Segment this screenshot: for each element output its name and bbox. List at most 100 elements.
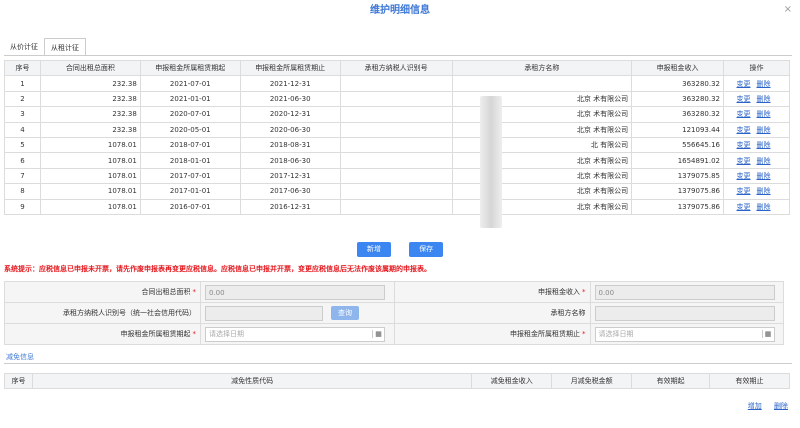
lessee-name-label: 承租方名称 — [393, 302, 591, 324]
delete-link[interactable]: 删除 — [757, 203, 771, 211]
close-icon[interactable]: × — [784, 4, 792, 15]
cell-start: 2018-07-01 — [139, 136, 241, 154]
tab-divider — [4, 55, 792, 56]
cell-actions: 变更 删除 — [723, 75, 790, 92]
relief-delete-link[interactable]: 删除 — [774, 402, 788, 410]
delete-link[interactable]: 删除 — [757, 126, 771, 134]
cell-end: 2016-12-31 — [239, 198, 341, 215]
cell-taxid — [339, 121, 453, 138]
cell-lessee: 北京 术有限公司 — [451, 106, 633, 123]
income-label: 申报租金收入 * — [393, 281, 591, 303]
edit-link[interactable]: 变更 — [737, 126, 751, 134]
edit-link[interactable]: 变更 — [737, 172, 751, 180]
relief-col-code: 减免性质代码 — [31, 373, 473, 389]
cell-lessee: 北京 术有限公司 — [451, 152, 633, 169]
table-row: 4 232.38 2020-05-01 2020-06-30 北京 术有限公司 12109… — [4, 121, 790, 138]
col-header-actions: 操作 — [723, 59, 790, 77]
end-date-label: 申报租金所属租赁期止 * — [393, 323, 591, 345]
start-date-picker[interactable]: 请选择日期 ▦ — [205, 326, 385, 342]
delete-link[interactable]: 删除 — [757, 110, 771, 118]
cell-income: 363280.32 — [631, 90, 724, 108]
tab-rent-based[interactable]: 从租计征 — [44, 38, 86, 56]
cell-start: 2018-01-01 — [139, 152, 241, 169]
calendar-icon[interactable]: ▦ — [372, 330, 384, 338]
cell-lessee: 北京 术有限公司 — [451, 90, 633, 108]
cell-income: 1654891.02 — [631, 152, 724, 169]
relief-actions: 增加 删除 — [738, 401, 788, 411]
cell-start: 2021-01-01 — [139, 90, 241, 108]
save-button[interactable]: 保存 — [409, 242, 444, 257]
col-header-taxid: 承租方纳税人识别号 — [339, 59, 453, 77]
add-button[interactable]: 新增 — [356, 242, 391, 257]
cell-area: 232.38 — [39, 106, 141, 123]
tab-ad-valorem[interactable]: 从价计征 — [4, 38, 44, 56]
cell-area: 1078.01 — [39, 198, 141, 215]
detail-table: 序号 合同出租总面积 申报租金所属租赁期起 申报租金所属租赁期止 承租方纳税人识… — [4, 59, 790, 215]
cell-income: 363280.32 — [631, 106, 724, 123]
dialog-title: 维护明细信息 — [370, 5, 430, 16]
maintain-detail-dialog: 维护明细信息 × 从价计征 从租计征 序号 合同出租总面积 申报租金所属租赁期起… — [0, 0, 800, 428]
cell-index: 8 — [4, 183, 41, 200]
delete-link[interactable]: 删除 — [757, 80, 771, 88]
edit-link[interactable]: 变更 — [737, 80, 751, 88]
cell-income: 556645.16 — [631, 136, 724, 154]
end-date-picker[interactable]: 请选择日期 ▦ — [594, 326, 775, 342]
cell-actions: 变更 删除 — [723, 90, 790, 108]
action-bar: 新增 保存 — [0, 242, 800, 257]
cell-start: 2020-07-01 — [139, 106, 241, 123]
relief-header-row: 序号 减免性质代码 减免租金收入 月减免税金额 有效期起 有效期止 — [4, 373, 790, 389]
cell-income: 1379075.85 — [631, 167, 724, 185]
relief-col-end: 有效期止 — [709, 373, 790, 389]
tab-relief-info[interactable]: 减免信息 — [6, 350, 34, 364]
taxid-input[interactable] — [205, 305, 323, 321]
area-input[interactable]: 0.00 — [205, 284, 385, 300]
delete-link[interactable]: 删除 — [757, 172, 771, 180]
cell-actions: 变更 删除 — [723, 152, 790, 169]
edit-link[interactable]: 变更 — [737, 203, 751, 211]
cell-start: 2021-07-01 — [139, 75, 241, 92]
relief-col-index: 序号 — [4, 373, 33, 389]
cell-index: 3 — [4, 106, 41, 123]
cell-actions: 变更 删除 — [723, 167, 790, 185]
edit-link[interactable]: 变更 — [737, 110, 751, 118]
redaction-blur — [480, 96, 502, 228]
relief-col-tax: 月减免税金额 — [551, 373, 633, 389]
edit-link[interactable]: 变更 — [737, 141, 751, 149]
relief-table: 序号 减免性质代码 减免租金收入 月减免税金额 有效期起 有效期止 — [4, 373, 790, 389]
cell-actions: 变更 删除 — [723, 121, 790, 138]
edit-link[interactable]: 变更 — [737, 187, 751, 195]
cell-end: 2020-06-30 — [239, 121, 341, 138]
col-header-start: 申报租金所属租赁期起 — [139, 59, 241, 77]
delete-link[interactable]: 删除 — [757, 95, 771, 103]
relief-col-start: 有效期起 — [631, 373, 711, 389]
cell-lessee: 北京 术有限公司 — [451, 198, 633, 215]
edit-link[interactable]: 变更 — [737, 95, 751, 103]
cell-end: 2017-06-30 — [239, 183, 341, 200]
cell-lessee: 北 有限公司 — [451, 136, 633, 154]
area-label: 合同出租总面积 * — [4, 281, 201, 303]
cell-area: 1078.01 — [39, 167, 141, 185]
col-header-lessee: 承租方名称 — [451, 59, 633, 77]
cell-taxid — [339, 136, 453, 154]
query-button[interactable]: 查询 — [331, 306, 359, 320]
cell-index: 6 — [4, 152, 41, 169]
cell-area: 232.38 — [39, 90, 141, 108]
lessee-name-input[interactable] — [594, 305, 775, 321]
calendar-icon[interactable]: ▦ — [761, 330, 774, 338]
cell-index: 1 — [4, 75, 41, 92]
delete-link[interactable]: 删除 — [757, 187, 771, 195]
cell-index: 2 — [4, 90, 41, 108]
table-row: 1 232.38 2021-07-01 2021-12-31 363280.32 变更 删除 — [4, 75, 790, 92]
cell-actions: 变更 删除 — [723, 106, 790, 123]
relief-add-link[interactable]: 增加 — [748, 402, 762, 410]
cell-start: 2017-01-01 — [139, 183, 241, 200]
income-input[interactable]: 0.00 — [594, 284, 775, 300]
edit-link[interactable]: 变更 — [737, 157, 751, 165]
cell-start: 2016-07-01 — [139, 198, 241, 215]
start-date-label: 申报租金所属租赁期起 * — [4, 323, 201, 345]
delete-link[interactable]: 删除 — [757, 141, 771, 149]
col-header-income: 申报租金收入 — [631, 59, 724, 77]
table-row: 8 1078.01 2017-01-01 2017-06-30 北京 术有限公司 1379… — [4, 183, 790, 200]
table-row: 9 1078.01 2016-07-01 2016-12-31 北京 术有限公司 1379… — [4, 198, 790, 215]
delete-link[interactable]: 删除 — [757, 157, 771, 165]
